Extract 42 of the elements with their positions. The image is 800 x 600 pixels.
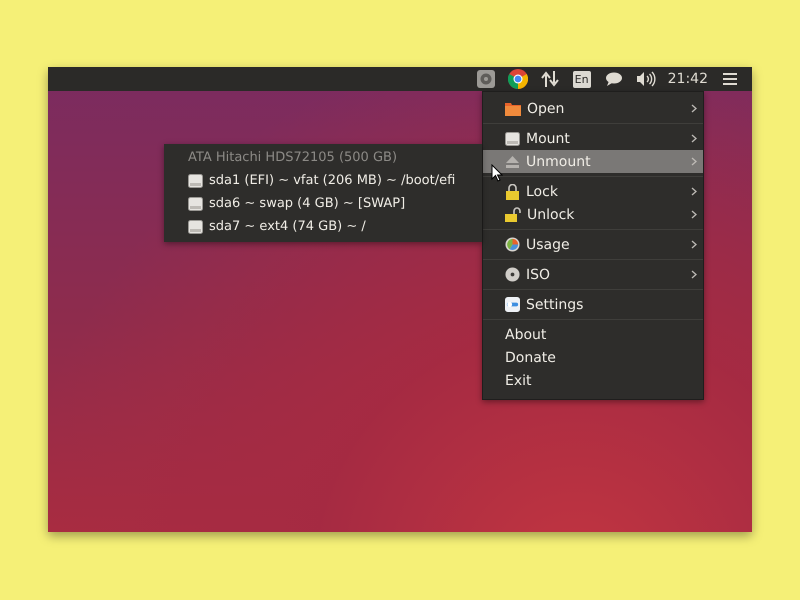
menu-item[interactable]: Mount bbox=[483, 127, 703, 150]
submenu-item[interactable]: sda1 (EFI) ~ vfat (206 MB) ~ /boot/efi bbox=[164, 169, 482, 192]
menu-item[interactable]: Open bbox=[483, 97, 703, 120]
disc-icon bbox=[505, 267, 520, 282]
menu-item[interactable]: About bbox=[483, 323, 703, 346]
menu-item[interactable]: Donate bbox=[483, 346, 703, 369]
chevron-right-icon bbox=[691, 270, 697, 279]
submenu-item: ATA Hitachi HDS72105 (500 GB) bbox=[187, 149, 398, 167]
speaker-icon[interactable] bbox=[636, 71, 656, 87]
clock[interactable]: 21:42 bbox=[662, 71, 714, 87]
pie-chart-icon bbox=[505, 237, 520, 252]
chevron-right-icon bbox=[691, 240, 697, 249]
chevron-right-icon bbox=[691, 210, 697, 219]
drive-icon bbox=[188, 174, 203, 188]
menu-item[interactable]: Unlock bbox=[483, 203, 703, 226]
chevron-right-icon bbox=[691, 134, 697, 143]
menu-item[interactable]: ISO bbox=[483, 263, 703, 286]
unlock-icon bbox=[505, 207, 521, 222]
chevron-right-icon bbox=[691, 187, 697, 196]
submenu-item[interactable]: sda7 ~ ext4 (74 GB) ~ / bbox=[164, 215, 482, 238]
folder-icon bbox=[505, 102, 521, 116]
menu-item[interactable]: Lock bbox=[483, 180, 703, 203]
lock-icon bbox=[505, 184, 520, 200]
chevron-right-icon bbox=[691, 104, 697, 113]
eject-icon bbox=[505, 154, 520, 168]
drive-icon bbox=[188, 196, 203, 210]
menu-icon[interactable] bbox=[723, 73, 737, 85]
menu-item[interactable]: Settings bbox=[483, 293, 703, 316]
chevron-right-icon bbox=[691, 157, 697, 166]
network-arrows-icon[interactable] bbox=[540, 70, 559, 88]
mouse-pointer-icon bbox=[491, 164, 503, 182]
submenu-item[interactable]: sda6 ~ swap (4 GB) ~ [SWAP] bbox=[164, 192, 482, 215]
keyboard-layout-indicator[interactable]: En bbox=[572, 70, 591, 88]
menu-item[interactable]: Unmount bbox=[483, 150, 703, 173]
toggle-icon bbox=[505, 297, 520, 312]
menu-item[interactable]: Usage bbox=[483, 233, 703, 256]
disk-analyzer-icon[interactable] bbox=[476, 70, 495, 88]
drive-icon bbox=[505, 132, 520, 146]
chat-bubble-icon[interactable] bbox=[606, 72, 622, 86]
drive-icon bbox=[188, 220, 203, 234]
menu-item[interactable]: Exit bbox=[483, 369, 703, 392]
browser-icon[interactable] bbox=[508, 69, 528, 89]
